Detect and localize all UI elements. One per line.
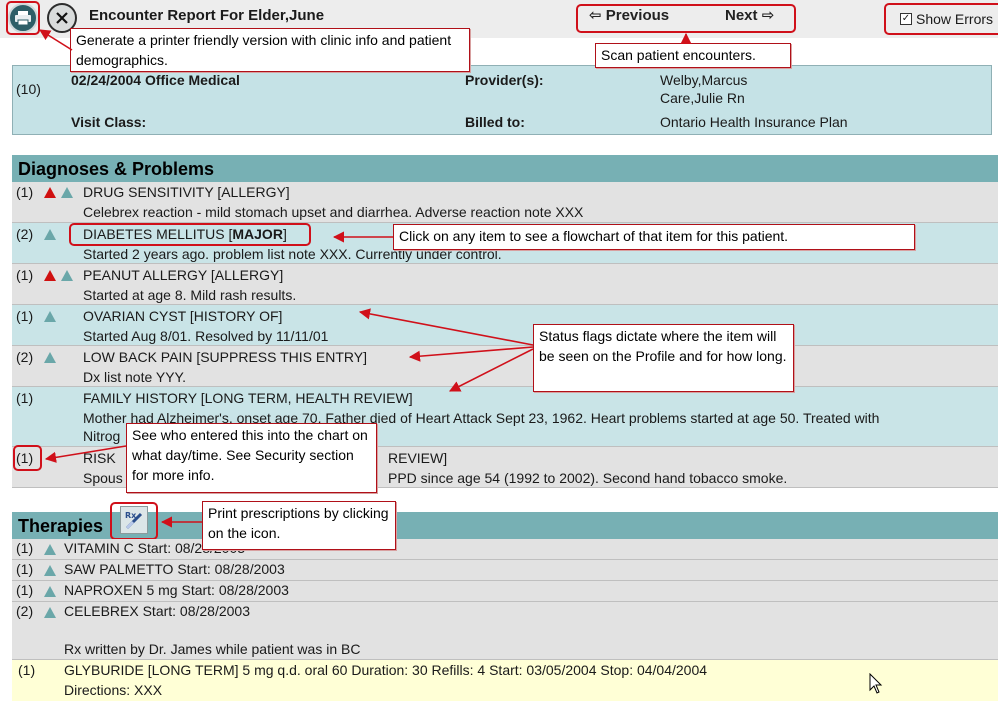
- billed-to-label: Billed to:: [465, 114, 525, 130]
- visit-class-label: Visit Class:: [71, 114, 147, 130]
- entry-count[interactable]: (2): [16, 603, 33, 619]
- entry-count[interactable]: (1): [16, 390, 33, 406]
- status-flag-icon: [44, 309, 56, 325]
- previous-label: Previous: [605, 7, 670, 24]
- status-flag-icon: [44, 227, 56, 243]
- encounter-date-type: 02/24/2004 Office Medical: [71, 72, 240, 88]
- diagnosis-title[interactable]: PEANUT ALLERGY [ALLERGY]: [83, 267, 283, 283]
- diagnosis-note: Started at age 8. Mild rash results.: [83, 287, 297, 303]
- therapies-section-heading: Therapies: [12, 512, 998, 539]
- diagnosis-row[interactable]: (1) DRUG SENSITIVITY [ALLERGY] Celebrex …: [12, 182, 998, 223]
- red-flag-icon: [44, 185, 56, 201]
- show-errors-checkbox[interactable]: ✓: [900, 13, 912, 25]
- status-flag-icon: [44, 563, 56, 579]
- show-errors-label: Show Errors: [916, 11, 994, 27]
- diagnosis-row[interactable]: (1) PEANUT ALLERGY [ALLERGY] Started at …: [12, 264, 998, 305]
- diagnosis-note: Dx list note YYY.: [83, 369, 186, 385]
- diagnosis-title[interactable]: OVARIAN CYST [HISTORY OF]: [83, 308, 282, 324]
- arrow-right-icon: ⇨: [761, 7, 775, 24]
- therapy-title[interactable]: CELEBREX Start: 08/28/2003: [64, 603, 250, 619]
- next-encounter-button[interactable]: Next ⇨: [725, 6, 774, 24]
- prescription-icon: Rx: [125, 511, 143, 530]
- mouse-cursor-icon: [869, 673, 883, 694]
- print-prescription-button[interactable]: Rx: [120, 506, 148, 534]
- status-flag-icon: [44, 542, 56, 558]
- diagnosis-title[interactable]: REVIEW]: [388, 450, 447, 466]
- therapy-row[interactable]: (1) NAPROXEN 5 mg Start: 08/28/2003: [12, 581, 998, 602]
- therapy-note: Rx written by Dr. James while patient wa…: [64, 641, 361, 657]
- diagnosis-title[interactable]: FAMILY HISTORY [LONG TERM, HEALTH REVIEW…: [83, 390, 413, 406]
- arrow-left-icon: ⇦: [589, 7, 602, 24]
- entry-count[interactable]: (1): [16, 308, 33, 324]
- show-errors-toggle[interactable]: ✓ Show Errors: [884, 3, 998, 35]
- diagnosis-row[interactable]: (2) LOW BACK PAIN [SUPPRESS THIS ENTRY] …: [12, 346, 998, 387]
- entry-count[interactable]: (1): [16, 267, 33, 283]
- therapy-title[interactable]: SAW PALMETTO Start: 08/28/2003: [64, 561, 285, 577]
- diagnosis-note: Celebrex reaction - mild stomach upset a…: [83, 204, 584, 220]
- status-flag-icon: [44, 605, 56, 621]
- diagnosis-row[interactable]: (1) OVARIAN CYST [HISTORY OF] Started Au…: [12, 305, 998, 346]
- diagnoses-section-heading: Diagnoses & Problems: [12, 155, 998, 182]
- therapy-row[interactable]: (1) SAW PALMETTO Start: 08/28/2003: [12, 560, 998, 581]
- diagnosis-title[interactable]: LOW BACK PAIN [SUPPRESS THIS ENTRY]: [83, 349, 367, 365]
- status-flag-icon: [61, 268, 73, 284]
- provider-name: Welby,Marcus: [660, 72, 748, 88]
- status-flags-callout: Status flags dictate where the item will…: [533, 324, 794, 392]
- diagnosis-title[interactable]: DRUG SENSITIVITY [ALLERGY]: [83, 184, 290, 200]
- entry-count[interactable]: (1): [18, 662, 35, 678]
- scan-encounters-callout: Scan patient encounters.: [595, 43, 791, 68]
- provider-name: Care,Julie Rn: [660, 90, 745, 106]
- therapy-row[interactable]: (1) VITAMIN C Start: 08/28/2003: [12, 539, 998, 560]
- provider-label: Provider(s):: [465, 72, 544, 88]
- therapy-title[interactable]: GLYBURIDE [LONG TERM] 5 mg q.d. oral 60 …: [64, 662, 707, 678]
- therapy-row[interactable]: (1) GLYBURIDE [LONG TERM] 5 mg q.d. oral…: [12, 660, 998, 701]
- encounter-summary[interactable]: (10) 02/24/2004 Office Medical Provider(…: [12, 65, 992, 135]
- printer-icon: [15, 11, 31, 26]
- diabetes-highlight: [69, 223, 311, 246]
- entry-count[interactable]: (2): [16, 226, 33, 242]
- diagnosis-note: Nitrog: [83, 428, 121, 444]
- diagnosis-note: Started Aug 8/01. Resolved by 11/11/01: [83, 328, 329, 344]
- flowchart-callout: Click on any item to see a flowchart of …: [393, 224, 915, 250]
- status-flag-icon: [44, 350, 56, 366]
- entry-count[interactable]: (1): [16, 540, 33, 556]
- status-flag-icon: [61, 185, 73, 201]
- entry-count[interactable]: (1): [16, 184, 33, 200]
- close-icon: [56, 12, 68, 24]
- diagnosis-title[interactable]: RISK: [83, 450, 116, 466]
- therapy-title[interactable]: NAPROXEN 5 mg Start: 08/28/2003: [64, 582, 289, 598]
- page-title: Encounter Report For Elder,June: [89, 7, 325, 24]
- diagnosis-note: PPD since age 54 (1992 to 2002). Second …: [388, 470, 788, 486]
- status-flag-icon: [44, 584, 56, 600]
- printer-friendly-button[interactable]: [8, 3, 38, 33]
- next-label: Next: [725, 7, 758, 24]
- billed-to-value: Ontario Health Insurance Plan: [660, 114, 848, 130]
- therapy-row[interactable]: (2) CELEBREX Start: 08/28/2003 Rx writte…: [12, 602, 998, 660]
- print-rx-callout: Print prescriptions by clicking on the i…: [202, 501, 396, 550]
- entry-count[interactable]: (2): [16, 349, 33, 365]
- entry-count[interactable]: (1): [16, 582, 33, 598]
- entered-by-callout: See who entered this into the chart on w…: [126, 423, 377, 493]
- previous-encounter-button[interactable]: ⇦ Previous: [589, 6, 669, 24]
- printer-callout: Generate a printer friendly version with…: [70, 28, 470, 72]
- encounter-count: (10): [16, 81, 41, 97]
- red-flag-icon: [44, 268, 56, 284]
- therapy-note: Directions: XXX: [64, 682, 163, 698]
- entry-count-highlight: [13, 445, 42, 471]
- diagnosis-note: Spous: [83, 470, 123, 486]
- entry-count[interactable]: (1): [16, 561, 33, 577]
